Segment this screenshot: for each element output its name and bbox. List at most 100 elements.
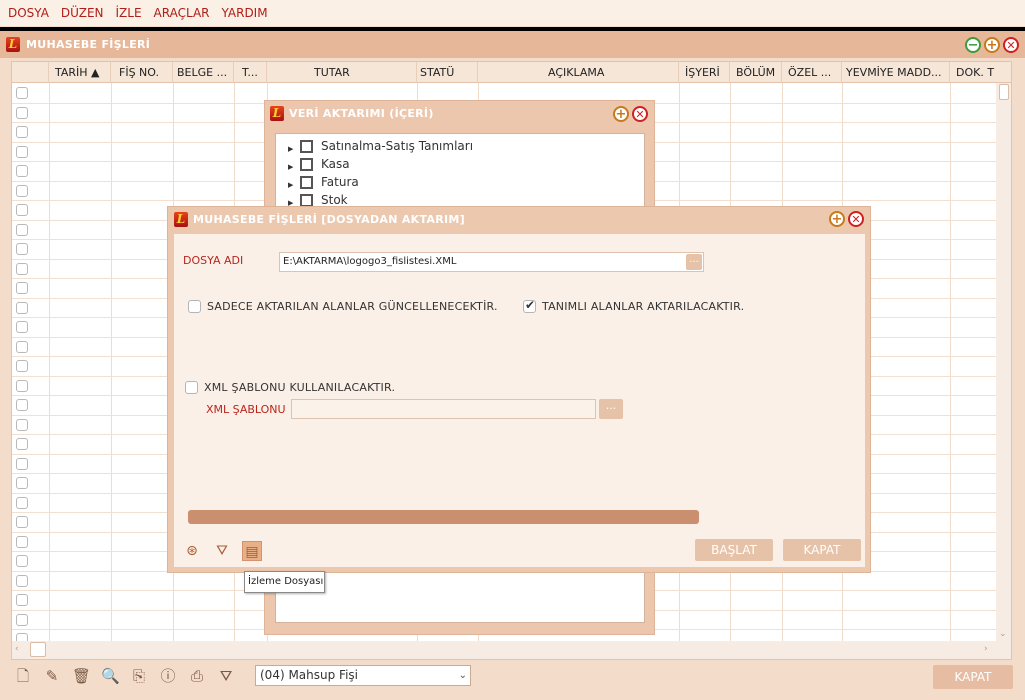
row-checkbox[interactable] [16,282,28,294]
veri-maximize-icon[interactable]: + [613,106,629,122]
col-fis-no[interactable]: FİŞ NO. [111,62,173,83]
xml-icon[interactable]: ⊛ [182,541,202,561]
col-aciklama[interactable]: AÇIKLAMA [478,62,679,83]
chk-tanimli-alanlar[interactable]: TANIMLI ALANLAR AKTARILACAKTIR. [523,298,744,313]
row-checkbox[interactable] [16,106,28,119]
col-ozel[interactable]: ÖZEL ... [782,62,842,83]
bottom-toolbar [0,662,1025,700]
menu-izle[interactable]: İZLE [116,6,142,20]
scroll-left-icon[interactable]: ‹ [15,644,19,654]
vertical-scroll-thumb[interactable] [999,84,1009,100]
izleme-dosyasi-tooltip: İzleme Dosyası [244,571,325,593]
menu-dosya[interactable]: DOSYA [8,6,49,20]
xml-sablonu-field[interactable] [291,399,596,419]
kapat-button[interactable]: KAPAT [933,665,1013,689]
edit-icon[interactable]: ✎ [43,667,61,685]
col-tutar[interactable]: TUTAR [267,62,417,83]
grid-horizontal-scrollbar[interactable]: ‹ › [12,641,1011,659]
row-checkbox[interactable] [16,223,28,236]
col-yevmiye[interactable]: YEVMİYE MADD... [842,62,950,83]
row-checkbox[interactable] [16,145,28,158]
print-icon[interactable]: ⎙ [188,667,206,685]
row-checkbox[interactable] [16,262,28,275]
izleme-dosyasi-icon[interactable]: ▤ [242,541,262,561]
chk-xml-label: XML ŞABLONU KULLANILACAKTIR. [204,381,396,394]
col-belge[interactable]: BELGE ... [173,62,234,83]
scroll-right-icon[interactable]: › [984,644,988,654]
dosya-browse-button[interactable]: ... [686,254,702,270]
col-bolum[interactable]: BÖLÜM [730,62,782,83]
row-checkbox[interactable] [16,184,28,197]
row-checkbox[interactable] [16,438,28,450]
col-isyeri[interactable]: İŞYERİ [679,62,730,83]
expand-arrow-icon[interactable]: ▶ [288,181,300,189]
horizontal-scroll-thumb[interactable] [30,642,46,657]
row-checkbox[interactable] [16,204,28,216]
row-checkbox[interactable] [16,574,28,587]
row-checkbox[interactable] [16,340,28,353]
row-checkbox[interactable] [16,457,28,470]
copy-icon[interactable]: ⎘ [130,667,148,685]
menu-araclar[interactable]: ARAÇLAR [154,6,210,20]
row-checkbox[interactable] [16,360,28,372]
scroll-down-icon[interactable]: ⌄ [999,629,1007,639]
tree-label: Stok [321,193,348,207]
checkbox-unchecked[interactable] [188,300,201,313]
row-checkbox[interactable] [16,418,28,431]
menu-duzen[interactable]: DÜZEN [61,6,104,20]
col-dok-t[interactable]: DOK. T [950,62,1011,83]
chk-xml-sablonu[interactable]: XML ŞABLONU KULLANILACAKTIR. [185,381,395,394]
dosya-adi-field[interactable]: E:\AKTARMA\logogo3_fislistesi.XML ... [279,252,704,272]
row-checkbox[interactable] [16,165,28,177]
dialog-kapat-button[interactable]: KAPAT [783,539,861,561]
checkbox-unchecked[interactable] [185,381,198,394]
tree-checkbox[interactable] [300,175,313,189]
tree-checkbox[interactable] [300,157,313,171]
checkbox-checked[interactable] [523,298,536,313]
dialog-close-icon[interactable]: ✕ [848,211,864,227]
minimize-icon[interactable]: − [965,37,981,53]
row-checkbox[interactable] [16,496,28,509]
menu-yardim[interactable]: YARDIM [222,6,268,20]
col-tarih[interactable]: TARİH ▲ [49,62,111,83]
row-checkbox[interactable] [16,243,28,255]
filter-icon[interactable]: ⛛ [212,541,232,561]
filter-toolbar-icon[interactable]: ⛛ [217,667,235,685]
veri-close-icon[interactable]: ✕ [632,106,648,122]
tree-item-satinalma[interactable]: ▶ Satınalma-Satış Tanımları [288,137,473,155]
info-icon[interactable]: ⓘ [159,667,177,685]
row-checkbox[interactable] [16,321,28,333]
row-checkbox[interactable] [16,516,28,528]
tree-item-fatura[interactable]: ▶ Fatura [288,173,359,191]
chk-sadece-aktarilan[interactable]: SADECE AKTARILAN ALANLAR GÜNCELLENECEKTİ… [188,300,498,313]
main-window-title: MUHASEBE FİŞLERİ [26,38,151,51]
row-checkbox[interactable] [16,535,28,548]
new-document-icon[interactable]: 🗋 [14,667,32,685]
tree-checkbox[interactable] [300,193,313,207]
col-t[interactable]: T... [234,62,267,83]
close-icon[interactable]: ✕ [1003,37,1019,53]
grid-vertical-scrollbar[interactable]: ⌄ [996,83,1011,641]
row-checkbox[interactable] [16,477,28,489]
row-checkbox[interactable] [16,613,28,626]
tree-item-kasa[interactable]: ▶ Kasa [288,155,350,173]
delete-icon[interactable]: 🗑 [72,667,91,685]
row-checkbox[interactable] [16,594,28,606]
row-checkbox[interactable] [16,379,28,392]
expand-arrow-icon[interactable]: ▶ [288,163,300,171]
chevron-down-icon[interactable]: ⌄ [459,666,467,685]
row-checkbox[interactable] [16,555,28,567]
xml-browse-button[interactable]: ... [599,399,623,419]
preview-icon[interactable]: 🔍 [101,667,120,685]
maximize-icon[interactable]: + [984,37,1000,53]
row-checkbox[interactable] [16,399,28,411]
row-checkbox[interactable] [16,301,28,314]
expand-arrow-icon[interactable]: ▶ [288,145,300,153]
baslat-button[interactable]: BAŞLAT [695,539,773,561]
row-checkbox[interactable] [16,126,28,138]
dialog-maximize-icon[interactable]: + [829,211,845,227]
col-statu[interactable]: STATÜ [417,62,478,83]
tree-checkbox[interactable] [300,139,313,153]
row-checkbox[interactable] [16,87,28,99]
fis-type-select[interactable]: (04) Mahsup Fişi ⌄ [255,665,471,686]
